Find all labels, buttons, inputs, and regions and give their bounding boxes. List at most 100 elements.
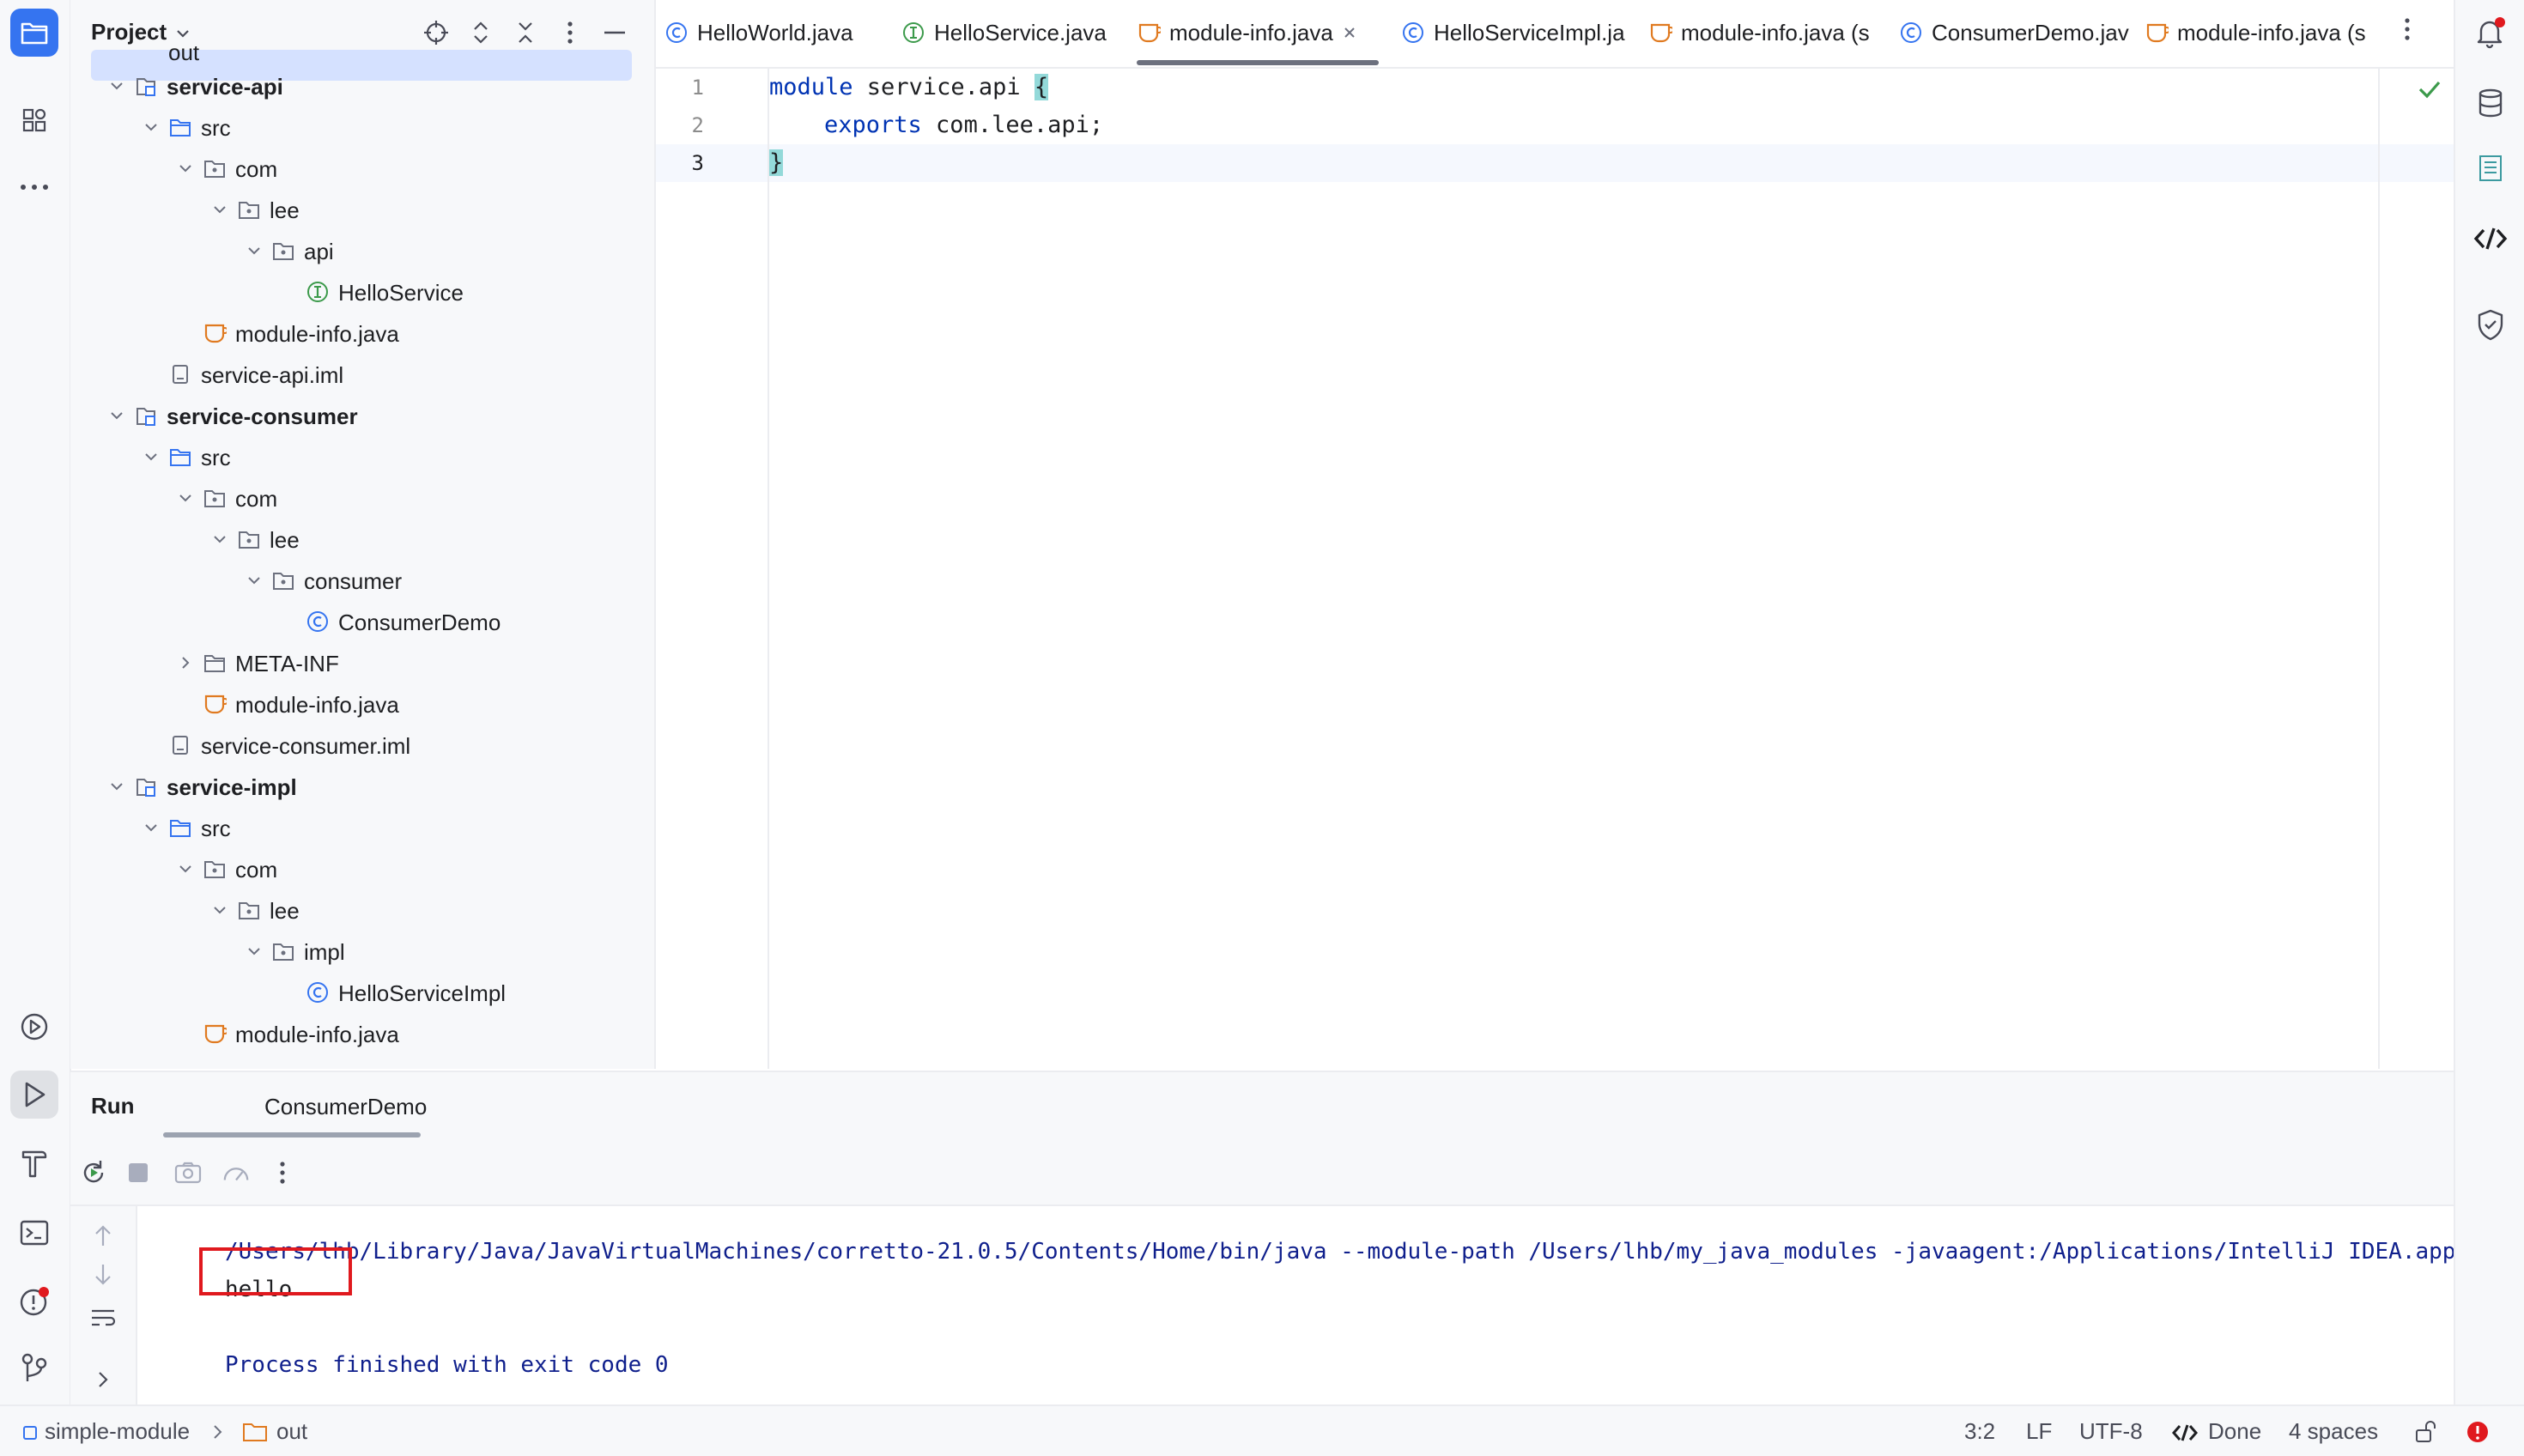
unlock-icon[interactable] <box>2414 1420 2436 1444</box>
collapse-all-button[interactable] <box>512 19 539 46</box>
security-button[interactable] <box>2466 300 2515 349</box>
terminal-tool-button[interactable] <box>10 1209 58 1257</box>
chevron-down-icon[interactable] <box>244 240 264 261</box>
run-tab-consumer-demo[interactable]: ConsumerDemo <box>163 1072 427 1141</box>
problems-tool-button[interactable] <box>10 1277 58 1326</box>
status-caret-position[interactable]: 3:2 <box>1964 1418 1995 1445</box>
status-indent[interactable]: 4 spaces <box>2289 1418 2378 1445</box>
tree-item-label: HelloService <box>338 280 464 306</box>
notifications-button[interactable] <box>2466 9 2515 57</box>
tree-row-service-impl[interactable]: service-impl <box>70 766 654 807</box>
tree-row-module-info-java[interactable]: module-info.java <box>70 312 654 354</box>
tree-row-com[interactable]: com <box>70 477 654 519</box>
chevron-down-icon[interactable] <box>106 76 127 96</box>
editor-tab-helloworld-java[interactable]: HelloWorld.java <box>664 0 879 65</box>
iml-file-icon <box>168 362 192 386</box>
build-tool-button[interactable] <box>10 1140 58 1188</box>
code-with-me-button[interactable] <box>2466 215 2515 263</box>
editor-tab-module-info-java-s[interactable]: module-info.java (s <box>2145 0 2385 65</box>
tree-row-com[interactable]: com <box>70 848 654 889</box>
scroll-up-button[interactable] <box>89 1222 117 1249</box>
chevron-down-icon[interactable] <box>141 446 161 467</box>
chevron-right-icon[interactable] <box>175 652 196 673</box>
terminal-icon <box>20 1220 49 1246</box>
scroll-down-button[interactable] <box>89 1261 117 1289</box>
folder-icon <box>203 651 227 675</box>
code-editor[interactable]: module service.api { exports com.lee.api… <box>769 69 2378 1069</box>
tree-item-label: lee <box>270 197 300 223</box>
status-ai-done[interactable]: Done <box>2208 1418 2261 1445</box>
chevron-down-icon[interactable] <box>209 900 230 920</box>
inspection-status[interactable] <box>2418 79 2442 104</box>
tree-row-helloservice[interactable]: HelloService <box>70 271 654 312</box>
project-panel-title[interactable]: Project <box>91 19 167 46</box>
tree-row-module-info-java[interactable]: module-info.java <box>70 1013 654 1054</box>
chevron-down-icon[interactable] <box>209 529 230 549</box>
chevron-down-icon[interactable] <box>141 117 161 137</box>
status-project-name[interactable]: simple-module <box>45 1418 190 1445</box>
chevron-down-icon[interactable] <box>141 817 161 838</box>
tree-row-src[interactable]: src <box>70 807 654 848</box>
tree-row-com[interactable]: com <box>70 148 654 189</box>
maven-button[interactable] <box>2466 144 2515 192</box>
tree-row-service-consumer-iml[interactable]: service-consumer.iml <box>70 725 654 766</box>
editor-tab-helloserviceimpl-ja[interactable]: HelloServiceImpl.ja <box>1401 0 1633 65</box>
editor-tab-module-info-java-s[interactable]: module-info.java (s <box>1648 0 1889 65</box>
thread-dump-button[interactable] <box>173 1158 203 1187</box>
tree-row-lee[interactable]: lee <box>70 519 654 560</box>
package-icon <box>203 156 227 180</box>
chevron-down-icon[interactable] <box>175 27 191 39</box>
chevron-down-icon[interactable] <box>244 570 264 591</box>
status-line-separator[interactable]: LF <box>2026 1418 2052 1445</box>
run-more-button[interactable] <box>268 1158 297 1187</box>
profiler-button[interactable] <box>221 1158 251 1187</box>
chevron-down-icon[interactable] <box>106 405 127 426</box>
tree-row-service-consumer[interactable]: service-consumer <box>70 395 654 436</box>
expand-console-toolbar-button[interactable] <box>89 1366 117 1393</box>
tree-row-src[interactable]: src <box>70 106 654 148</box>
editor-tab-module-info-java[interactable]: module-info.java <box>1137 0 1379 65</box>
error-indicator-icon[interactable] <box>2466 1420 2490 1444</box>
editor-tab-consumerdemo-jav[interactable]: ConsumerDemo.jav <box>1899 0 2131 65</box>
chevron-down-icon[interactable] <box>175 158 196 179</box>
tree-row-src[interactable]: src <box>70 436 654 477</box>
git-tool-button[interactable] <box>10 1344 58 1392</box>
console-output[interactable]: /Users/lhb/Library/Java/JavaVirtualMachi… <box>137 1206 2454 1406</box>
editor-tabs-more-button[interactable] <box>2404 17 2411 46</box>
tree-row-service-api[interactable]: service-api <box>70 65 654 106</box>
tree-row-module-info-java[interactable]: module-info.java <box>70 683 654 725</box>
project-options-button[interactable] <box>556 19 584 46</box>
services-tool-button[interactable] <box>10 1003 58 1051</box>
soft-wrap-button[interactable] <box>89 1304 117 1332</box>
status-encoding[interactable]: UTF-8 <box>2079 1418 2143 1445</box>
run-panel-header: Run ConsumerDemo <box>70 1072 2454 1141</box>
hide-panel-button[interactable] <box>601 19 628 46</box>
run-tool-button[interactable] <box>10 1071 58 1119</box>
chevron-down-icon[interactable] <box>175 858 196 879</box>
editor-tab-helloservice-java[interactable]: HelloService.java <box>901 0 1116 65</box>
more-tools-button[interactable] <box>10 163 58 211</box>
tree-row-helloserviceimpl[interactable]: HelloServiceImpl <box>70 972 654 1013</box>
chevron-down-icon[interactable] <box>175 488 196 508</box>
project-tool-button[interactable] <box>10 9 58 57</box>
chevron-down-icon[interactable] <box>244 941 264 962</box>
database-button[interactable] <box>2466 79 2515 127</box>
tree-row-meta-inf[interactable]: META-INF <box>70 642 654 683</box>
chevron-down-icon[interactable] <box>209 199 230 220</box>
close-icon[interactable] <box>1342 20 1357 46</box>
tree-row-api[interactable]: api <box>70 230 654 271</box>
rerun-button[interactable] <box>79 1158 108 1187</box>
status-folder-name[interactable]: out <box>276 1418 307 1445</box>
select-opened-file-button[interactable] <box>422 19 450 46</box>
tree-row-service-api-iml[interactable]: service-api.iml <box>70 354 654 395</box>
tree-row-lee[interactable]: lee <box>70 889 654 931</box>
stop-button[interactable] <box>124 1158 153 1187</box>
tree-item-label: api <box>304 239 334 264</box>
chevron-down-icon[interactable] <box>106 776 127 797</box>
expand-all-button[interactable] <box>467 19 494 46</box>
tree-row-consumer[interactable]: consumer <box>70 560 654 601</box>
tree-row-lee[interactable]: lee <box>70 189 654 230</box>
structure-tool-button[interactable] <box>10 96 58 144</box>
tree-row-consumerdemo[interactable]: ConsumerDemo <box>70 601 654 642</box>
tree-row-impl[interactable]: impl <box>70 931 654 972</box>
